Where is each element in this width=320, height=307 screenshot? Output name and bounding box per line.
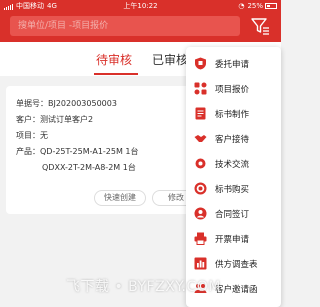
chart-icon — [194, 257, 207, 270]
action-menu: 委托申请 项目报价 标书制作 客户接待 技术交流 标书购买 合同签订 开票申请 … — [186, 47, 281, 307]
watermark-text: 飞下载 • BYFZXY.COM — [66, 279, 221, 295]
customer-name: 客户：测试订单客户2 — [16, 115, 94, 124]
person-icon — [194, 207, 207, 220]
tab-indicator — [94, 73, 138, 75]
menu-item-invoice[interactable]: 开票申请 — [186, 226, 281, 250]
menu-item-tech-exchange[interactable]: 技术交流 — [186, 151, 281, 175]
header-bar: 搜单位/项目 -项目报价 — [0, 12, 281, 42]
grid-icon — [194, 82, 207, 95]
alarm-icon: ◔ — [238, 2, 245, 10]
menu-item-entrust[interactable]: 委托申请 — [186, 51, 281, 75]
status-bar: 中国移动 4G 上午10:22 ◔ 25% — [0, 0, 281, 12]
menu-label: 客户接待 — [215, 135, 250, 145]
menu-item-quote[interactable]: 项目报价 — [186, 76, 281, 100]
battery-percent: 25% — [247, 2, 263, 10]
product-line-2: QDXX-2T-2M-A8-2M 1台 — [42, 163, 136, 172]
filter-icon[interactable] — [250, 17, 270, 35]
menu-label: 开票申请 — [215, 235, 250, 245]
menu-label: 项目报价 — [215, 85, 250, 95]
menu-item-tender-buy[interactable]: 标书购买 — [186, 176, 281, 200]
menu-label: 委托申请 — [215, 60, 250, 70]
menu-item-tender-make[interactable]: 标书制作 — [186, 101, 281, 125]
doc-number: 单据号：BJ202003050003 — [16, 99, 117, 108]
search-input[interactable]: 搜单位/项目 -项目报价 — [10, 16, 240, 36]
menu-label: 合同签订 — [215, 210, 250, 220]
menu-item-contract[interactable]: 合同签订 — [186, 201, 281, 225]
battery-info: ◔ 25% — [238, 0, 277, 12]
gear-icon — [195, 158, 206, 169]
document-icon — [195, 107, 206, 120]
battery-icon — [265, 3, 277, 9]
menu-item-reception[interactable]: 客户接待 — [186, 126, 281, 150]
printer-icon — [194, 232, 207, 245]
tab-pending[interactable]: 待审核 — [96, 51, 132, 68]
quick-create-button[interactable]: 快速创建 — [94, 190, 146, 206]
menu-label: 客户邀请函 — [215, 285, 258, 295]
project-name: 项目：无 — [16, 131, 48, 140]
order-card[interactable]: 单据号：BJ202003050003 客户：测试订单客户2 项目：无 产品：QD… — [6, 86, 200, 214]
menu-label: 标书购买 — [215, 185, 250, 195]
menu-label: 标书制作 — [215, 110, 250, 120]
menu-item-supplier-survey[interactable]: 供方调查表 — [186, 251, 281, 275]
product-line-1: 产品：QD-25T-25M-A1-25M 1台 — [16, 147, 139, 156]
tab-reviewed[interactable]: 已审核 — [152, 51, 188, 68]
handshake-icon — [194, 135, 207, 142]
menu-label: 技术交流 — [215, 160, 250, 170]
menu-label: 供方调查表 — [215, 260, 258, 270]
target-icon — [194, 182, 207, 195]
shield-icon — [195, 57, 206, 70]
